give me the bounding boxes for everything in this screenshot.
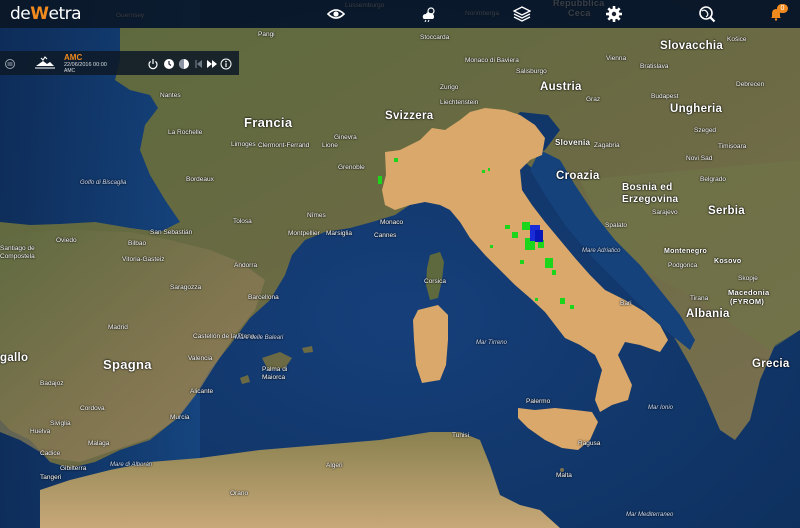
opacity-icon[interactable]: [178, 57, 190, 69]
layer-type-icon: [34, 55, 56, 69]
info-icon[interactable]: [220, 57, 232, 70]
map-canvas[interactable]: [0, 0, 800, 528]
eye-icon[interactable]: [326, 4, 346, 24]
bell-icon[interactable]: 0: [766, 4, 788, 24]
top-toolbar: deWetra 0: [0, 0, 800, 28]
globe-search-icon[interactable]: [697, 4, 717, 24]
weather-icon[interactable]: [419, 4, 439, 24]
land-malta: [560, 468, 564, 472]
italy-amc-sardinia: [413, 305, 448, 383]
layer-title: AMC: [64, 53, 83, 62]
app-logo: deWetra: [10, 4, 82, 24]
fast-forward-icon[interactable]: [206, 57, 218, 69]
layer-subtitle: AMC: [64, 68, 76, 74]
layer-menu-icon[interactable]: [4, 57, 16, 69]
history-icon[interactable]: [163, 57, 175, 69]
power-icon[interactable]: [147, 57, 159, 70]
step-back-icon[interactable]: [193, 57, 205, 69]
layer-panel: AMC 22/06/2016 00:00 AMC: [0, 51, 239, 75]
notification-badge: 0: [777, 4, 788, 13]
layers-icon[interactable]: [512, 4, 532, 24]
gear-icon[interactable]: [604, 4, 624, 24]
